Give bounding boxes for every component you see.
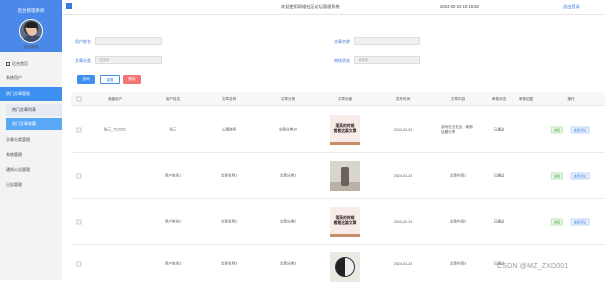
sidebar: 后台管理系统 超级管理 后台首页 系统用户 热门文章管理 热门文章列表 热门文章… [0, 0, 62, 280]
cover-image: 落英的时候 看看这篇文章 [330, 115, 360, 145]
row-checkbox[interactable] [76, 261, 82, 267]
detail-button[interactable]: 详情 [550, 172, 564, 180]
cell-category: 文章分类1 [279, 173, 297, 178]
category-label: 文章分类 [75, 58, 91, 63]
row-checkbox[interactable] [76, 173, 82, 179]
cover-image: 落英的时候 看看这篇文章 [330, 207, 360, 237]
sidebar-item-notices[interactable]: 通知公告管理 [0, 163, 62, 177]
sidebar-item-system[interactable]: 系统管理 [0, 148, 62, 162]
sidebar-item-categories[interactable]: 文章分类管理 [0, 133, 62, 147]
sidebar-item-hot-articles[interactable]: 热门文章管理 [0, 87, 62, 101]
cell-category: 文章分类2 [279, 219, 297, 224]
delete-button[interactable]: 删除 [123, 75, 141, 84]
cell-date: 2024-02-23 [393, 174, 413, 178]
cell-status: 已通过 [493, 219, 505, 224]
sidebar-item-users[interactable]: 系统用户 [0, 71, 62, 85]
cell-article-name: 文章名称1 [220, 173, 238, 178]
sidebar-item-logs[interactable]: 日志管理 [0, 178, 62, 192]
cell-content: 游戏社交社区 · 新鲜话题分享 [441, 125, 473, 134]
view-comments-button[interactable]: 查看评论 [570, 126, 590, 134]
cell-username: 用户姓名3 [164, 261, 182, 266]
status-select[interactable]: 请选择 [354, 56, 420, 64]
sidebar-title: 后台管理系统 [17, 8, 45, 13]
username-label: 用户姓名 [75, 39, 91, 44]
col-header: 文章内容 [450, 96, 466, 101]
sidebar-username: 超级管理 [23, 45, 39, 49]
cover-image [330, 161, 360, 191]
table-row[interactable]: 张三_TC2231 张三 心理疏导 文章分类10 落英的时候 看看这篇文章 20… [71, 107, 605, 153]
sidebar-subitem-article-list[interactable]: 热门文章列表 [6, 104, 62, 116]
col-header: 操作 [567, 96, 575, 101]
view-comments-button[interactable]: 查看评论 [570, 172, 590, 180]
cell-favorite-user: 张三_TC2231 [104, 127, 126, 132]
username-input[interactable] [95, 37, 162, 45]
cell-article-name: 文章名称2 [220, 219, 238, 224]
article-name-label: 文章名称 [334, 39, 350, 44]
cell-username: 用户姓名2 [164, 219, 182, 224]
row-checkbox[interactable] [76, 219, 82, 225]
cell-date: 2024-02-23 [393, 262, 413, 266]
cell-status: 已通过 [493, 127, 505, 132]
watermark: CSDN @MZ_ZXD001 [497, 263, 569, 270]
cell-username: 用户姓名1 [164, 173, 182, 178]
table-row[interactable]: 用户姓名1 文章名称1 文章分类1 2024-02-23 文章内容1 已通过 详… [71, 153, 605, 199]
cell-username: 张三 [169, 127, 177, 132]
col-header: 审核回复 [518, 96, 534, 101]
detail-button[interactable]: 详情 [550, 218, 564, 226]
col-header: 文章名称 [221, 96, 237, 101]
cell-content: 文章内容2 [449, 219, 467, 224]
col-header: 文章封面 [337, 96, 353, 101]
col-header: 用户姓名 [165, 96, 181, 101]
category-select[interactable]: 请选择 [95, 56, 162, 64]
sidebar-subitem-article-favorites[interactable]: 热门文章收藏 [6, 118, 62, 130]
cell-content: 文章内容3 [449, 261, 467, 266]
cell-content: 文章内容1 [449, 173, 467, 178]
select-all-checkbox[interactable] [76, 96, 82, 102]
cell-article-name: 心理疏导 [221, 127, 237, 132]
header-datetime: 2024-02-23 10:16:50 [440, 4, 479, 9]
cell-date: 2024-02-23 [393, 220, 413, 224]
col-header: 发布时间 [395, 96, 411, 101]
table-header: 收藏用户 用户姓名 文章名称 文章分类 文章封面 发布时间 文章内容 审核状态 … [71, 92, 605, 106]
cover-text: 落英的时候 看看这篇文章 [333, 124, 357, 133]
detail-button[interactable]: 详情 [550, 126, 564, 134]
reset-button[interactable]: 重置 [100, 75, 120, 84]
col-header: 文章分类 [280, 96, 296, 101]
cover-image [330, 252, 360, 282]
avatar[interactable] [19, 19, 43, 43]
cell-category: 文章分类10 [278, 127, 298, 132]
cell-category: 文章分类3 [279, 261, 297, 266]
cell-article-name: 文章名称3 [220, 261, 238, 266]
sidebar-item-home[interactable]: 后台首页 [0, 57, 62, 71]
logout-link[interactable]: 退出登录 [563, 4, 580, 10]
table-row[interactable]: 用户姓名2 文章名称2 文章分类2 落英的时候 看看这篇文章 2024-02-2… [71, 199, 605, 245]
header: 欢迎使用网络社区论坛管理系统 2024-02-23 10:16:50 退出登录 [62, 0, 605, 15]
cell-status: 已通过 [493, 173, 505, 178]
cover-text: 落英的时候 看看这篇文章 [333, 216, 357, 225]
page-title: 欢迎使用网络社区论坛管理系统 [281, 4, 340, 9]
col-header: 审核状态 [491, 96, 507, 101]
menu-grid-icon[interactable] [66, 3, 72, 9]
cell-date: 2024-02-23 [393, 128, 413, 132]
row-checkbox[interactable] [76, 127, 82, 133]
view-comments-button[interactable]: 查看评论 [570, 218, 590, 226]
home-icon [6, 61, 10, 66]
article-name-input[interactable] [354, 37, 420, 45]
search-button[interactable]: 查询 [77, 75, 95, 84]
status-label: 审核状态 [334, 58, 350, 63]
col-header: 收藏用户 [107, 96, 123, 101]
